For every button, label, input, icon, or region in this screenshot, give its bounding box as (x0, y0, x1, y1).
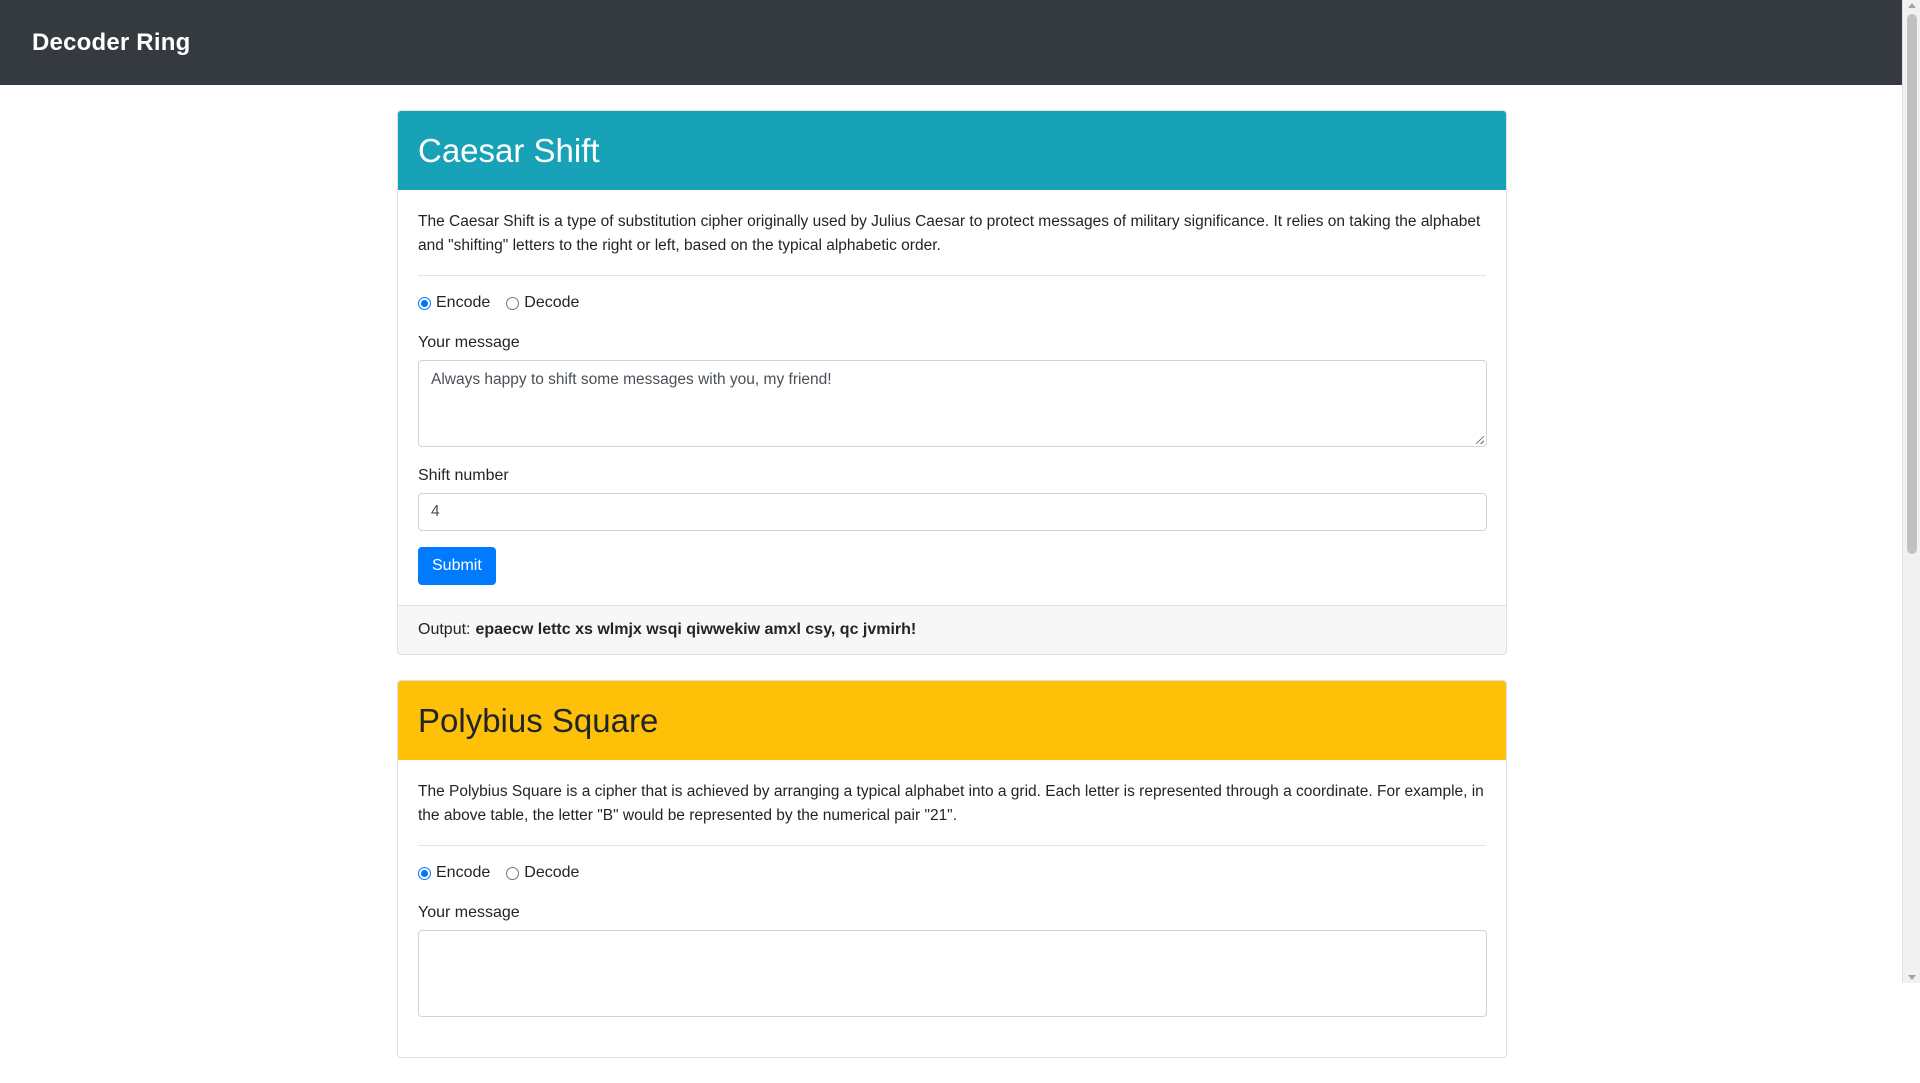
polybius-encode-radio[interactable]: Encode (418, 864, 490, 882)
polybius-square-header: Polybius Square (398, 681, 1506, 760)
polybius-message-label: Your message (418, 904, 520, 921)
resize-handle-icon[interactable] (1476, 436, 1484, 444)
caesar-shift-description: The Caesar Shift is a type of substituti… (418, 213, 1481, 254)
caesar-mode-radio-group: Encode Decode (418, 294, 1486, 312)
output-label: Output: (418, 621, 471, 638)
caesar-message-label: Your message (418, 334, 520, 351)
caesar-message-value: Always happy to shift some messages with… (431, 371, 832, 388)
caesar-decode-radio[interactable]: Decode (506, 294, 579, 312)
polybius-encode-label: Encode (436, 864, 491, 881)
caesar-shift-body: The Caesar Shift is a type of substituti… (398, 190, 1506, 605)
caesar-message-textarea[interactable]: Always happy to shift some messages with… (418, 360, 1487, 447)
divider (418, 275, 1486, 276)
shift-number-value: 4 (431, 503, 440, 520)
scroll-up-arrow-icon[interactable] (1908, 3, 1916, 8)
polybius-square-body: The Polybius Square is a cipher that is … (398, 760, 1506, 1057)
caesar-output-footer: Output: epaecw lettc xs wlmjx wsqi qiwwe… (398, 605, 1506, 654)
brand-title[interactable]: Decoder Ring (32, 29, 190, 57)
navbar: Decoder Ring (0, 0, 1902, 85)
polybius-square-description: The Polybius Square is a cipher that is … (418, 783, 1484, 824)
scrollbar-thumb[interactable] (1907, 14, 1917, 554)
divider (418, 845, 1486, 846)
caesar-shift-title: Caesar Shift (418, 131, 600, 169)
shift-number-input[interactable]: 4 (418, 493, 1487, 531)
polybius-square-title: Polybius Square (418, 701, 659, 739)
caesar-decode-label: Decode (524, 294, 580, 311)
caesar-shift-card: Caesar Shift The Caesar Shift is a type … (397, 110, 1507, 655)
polybius-message-textarea[interactable] (418, 930, 1487, 1017)
caesar-encode-radio[interactable]: Encode (418, 294, 490, 312)
polybius-square-card: Polybius Square The Polybius Square is a… (397, 680, 1507, 1058)
caesar-shift-header: Caesar Shift (398, 111, 1506, 190)
caesar-submit-button[interactable]: Submit (418, 547, 496, 585)
radio-unchecked-icon[interactable] (506, 866, 520, 880)
polybius-decode-label: Decode (524, 864, 580, 881)
radio-unchecked-icon[interactable] (506, 296, 520, 310)
radio-checked-icon[interactable] (418, 866, 431, 880)
radio-checked-icon[interactable] (418, 296, 431, 310)
vertical-scrollbar[interactable] (1902, 0, 1920, 983)
scroll-down-arrow-icon[interactable] (1908, 975, 1916, 980)
main-content: Caesar Shift The Caesar Shift is a type … (397, 110, 1507, 1083)
polybius-mode-radio-group: Encode Decode (418, 864, 1486, 882)
shift-number-label: Shift number (418, 467, 509, 484)
output-value: epaecw lettc xs wlmjx wsqi qiwwekiw amxl… (475, 621, 917, 638)
polybius-decode-radio[interactable]: Decode (506, 864, 579, 882)
caesar-encode-label: Encode (436, 294, 491, 311)
